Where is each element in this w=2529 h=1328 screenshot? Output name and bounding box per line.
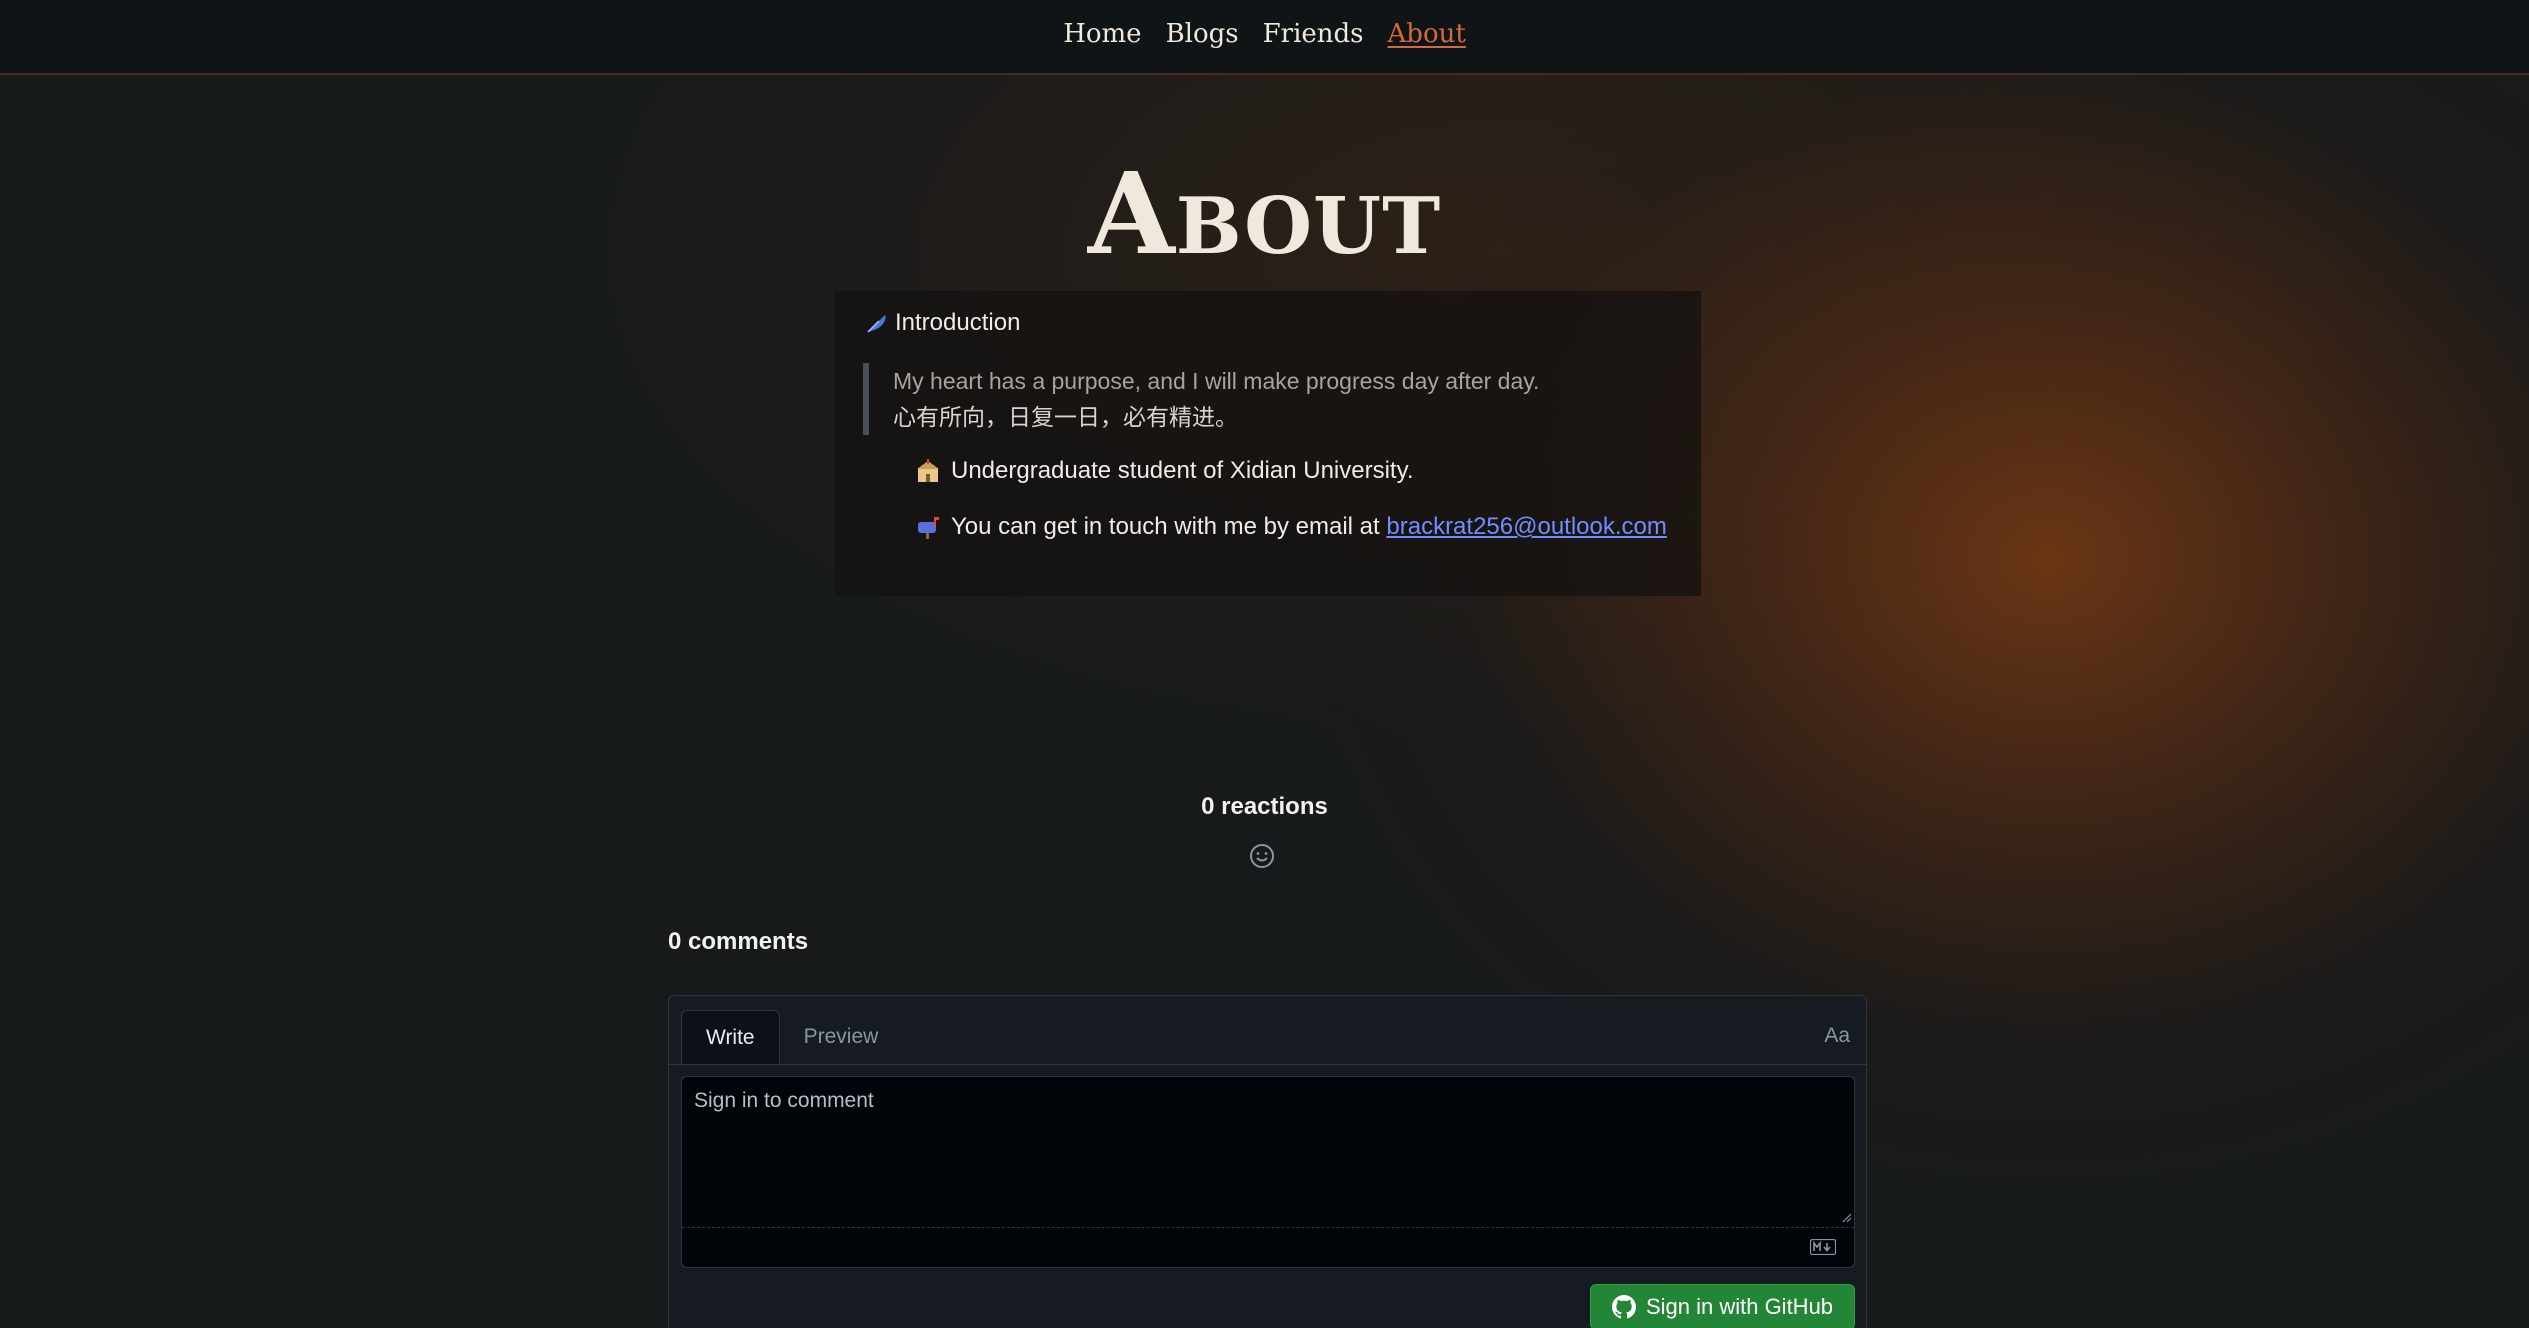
markdown-icon [1810, 1239, 1836, 1255]
motto-english: My heart has a purpose, and I will make … [893, 368, 1540, 394]
feather-icon [867, 315, 886, 333]
list-item-email: You can get in touch with me by email at… [915, 513, 1671, 541]
email-prefix: You can get in touch with me by email at [951, 513, 1387, 540]
nav-about-link[interactable]: About [1388, 19, 1466, 49]
sign-in-github-label: Sign in with GitHub [1645, 1294, 1834, 1319]
reactions-count: 0 reactions [1201, 793, 1328, 820]
comment-placeholder: Sign in to comment [694, 1089, 874, 1112]
add-reaction-smiley-icon[interactable] [1248, 842, 1276, 870]
comments-count: 0 comments [668, 928, 809, 955]
mailbox-icon [918, 517, 939, 539]
introduction-card: Introduction My heart has a purpose, and… [835, 291, 1701, 596]
motto-chinese: 心有所向，日复一日，必有精进。 [893, 404, 1238, 430]
textarea-footer-divider [682, 1227, 1854, 1228]
nav-friends-link[interactable]: Friends [1263, 19, 1364, 49]
tab-divider [669, 1064, 1866, 1065]
page-title: About [1087, 149, 1442, 280]
sign-in-github-button[interactable]: Sign in with GitHub [1590, 1284, 1855, 1328]
editor-tabs: Write Preview [681, 1010, 902, 1064]
github-icon [1611, 1295, 1636, 1319]
nav-home-link[interactable]: Home [1063, 19, 1141, 49]
comment-editor: Write Preview Aa Sign in to comment Sign… [668, 995, 1867, 1328]
tab-preview[interactable]: Preview [780, 1010, 903, 1064]
email-text: You can get in touch with me by email at… [951, 513, 1667, 541]
top-nav-bar: Home Blogs Friends About [0, 0, 2529, 75]
nav-blogs-link[interactable]: Blogs [1166, 19, 1239, 49]
resize-handle-icon[interactable] [1840, 1211, 1852, 1223]
introduction-heading-text: Introduction [895, 309, 1021, 336]
university-text: Undergraduate student of Xidian Universi… [951, 457, 1414, 484]
tab-write[interactable]: Write [681, 1010, 780, 1064]
main-nav: Home Blogs Friends About [1063, 19, 1466, 49]
text-format-toggle[interactable]: Aa [1824, 1024, 1850, 1048]
school-icon [917, 459, 939, 482]
motto-quote: My heart has a purpose, and I will make … [863, 363, 1671, 435]
comment-textarea[interactable]: Sign in to comment [681, 1076, 1855, 1268]
email-link[interactable]: brackrat256@outlook.com [1386, 513, 1667, 540]
list-item-university: Undergraduate student of Xidian Universi… [915, 457, 1671, 485]
introduction-heading: Introduction [865, 309, 1671, 337]
